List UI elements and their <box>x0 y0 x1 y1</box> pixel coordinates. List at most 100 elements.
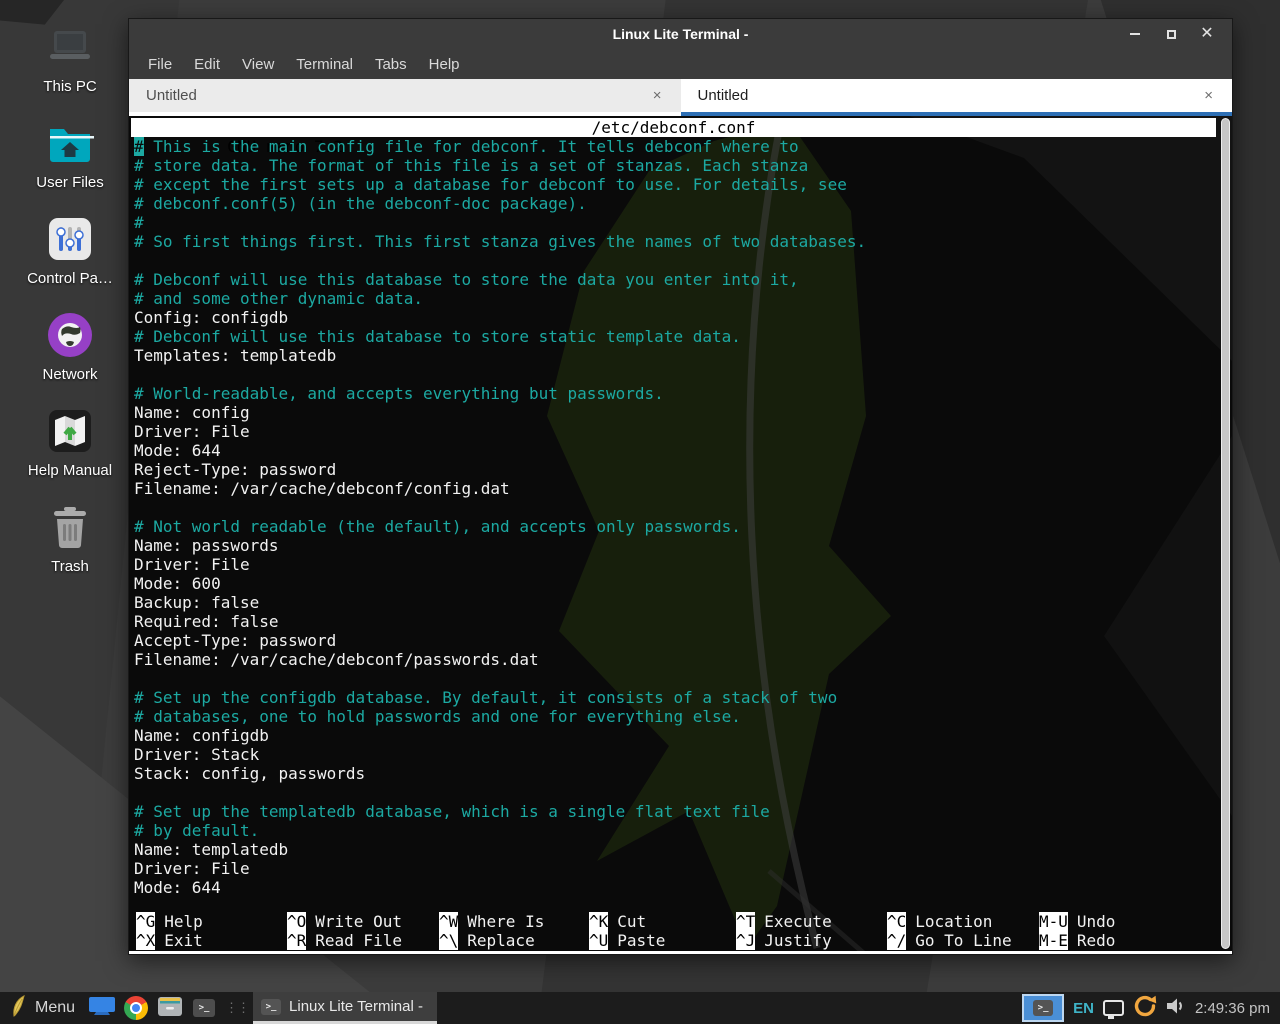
display-tray-icon[interactable] <box>1103 1000 1124 1016</box>
shortcut-label: Undo <box>1077 912 1116 931</box>
volume-icon[interactable] <box>1166 997 1186 1020</box>
editor-line: # Not world readable (the default), and … <box>134 517 1232 536</box>
desktop-icon-control-panel[interactable]: Control Pa… <box>14 214 126 287</box>
shortcut-key: M-U <box>1039 912 1068 931</box>
editor-line: Templates: templatedb <box>134 346 1232 365</box>
menu-item-file[interactable]: File <box>148 56 172 73</box>
tab-untitled-2[interactable]: Untitled × <box>681 79 1233 116</box>
shortcut-column: M-UUndoM-ERedo <box>1039 912 1218 950</box>
shortcut-label: Justify <box>764 931 831 950</box>
tab-close-icon[interactable]: × <box>1202 87 1215 104</box>
shortcut-label: Cut <box>617 912 646 931</box>
editor-line <box>134 498 1232 517</box>
shortcut-label: Write Out <box>315 912 402 931</box>
file-manager-button[interactable] <box>153 992 187 1024</box>
window-titlebar[interactable]: Linux Lite Terminal - ✕ <box>129 19 1232 49</box>
chrome-icon <box>124 996 148 1020</box>
shortcut-cut: ^KCut <box>589 912 736 931</box>
taskbar: Menu >_ ⋮⋮ >_ Linux Lite Terminal - <box>0 992 1280 1024</box>
shortcut-label: Where Is <box>467 912 544 931</box>
tab-close-icon[interactable]: × <box>651 87 664 104</box>
tab-label: Untitled <box>146 87 197 104</box>
editor-line: # databases, one to hold passwords and o… <box>134 707 1232 726</box>
shortcut-key: ^O <box>287 912 306 931</box>
shortcut-label: Execute <box>764 912 831 931</box>
menu-button-label: Menu <box>35 999 75 1017</box>
chrome-browser-button[interactable] <box>119 992 153 1024</box>
shortcut-replace: ^\Replace <box>439 931 589 950</box>
file-manager-icon <box>157 995 183 1022</box>
keyboard-layout-indicator[interactable]: EN <box>1073 1000 1094 1017</box>
editor-line: # by default. <box>134 821 1232 840</box>
desktop-icon-network[interactable]: Network <box>14 310 126 383</box>
shortcut-key: ^J <box>736 931 755 950</box>
menu-item-view[interactable]: View <box>242 56 274 73</box>
tab-untitled-1[interactable]: Untitled × <box>129 79 681 116</box>
menu-item-terminal[interactable]: Terminal <box>296 56 353 73</box>
desktop-icon-this-pc[interactable]: This PC <box>14 22 126 95</box>
menu-button[interactable]: Menu <box>0 992 85 1024</box>
editor-line <box>134 669 1232 688</box>
editor-line: Mode: 644 <box>134 441 1232 460</box>
menu-item-edit[interactable]: Edit <box>194 56 220 73</box>
shortcut-key: ^/ <box>887 931 906 950</box>
shortcut-label: Location <box>915 912 992 931</box>
menu-bar: File Edit View Terminal Tabs Help <box>129 49 1232 79</box>
editor-line <box>134 251 1232 270</box>
editor-line <box>134 783 1232 802</box>
close-button[interactable]: ✕ <box>1196 23 1218 45</box>
editor-line: Stack: config, passwords <box>134 764 1232 783</box>
text-cursor: # <box>134 137 144 156</box>
editor-lines[interactable]: # This is the main config file for debco… <box>129 137 1232 897</box>
shortcut-label: Exit <box>164 931 203 950</box>
tray-terminal-indicator[interactable]: >_ <box>1022 994 1064 1022</box>
panel-separator-handle[interactable]: ⋮⋮ <box>221 1000 253 1016</box>
shortcut-help: ^GHelp <box>136 912 287 931</box>
shortcut-bar: ^GHelp^XExit^O Write Out^RRead File^WWher… <box>129 912 1218 950</box>
shortcut-label: Paste <box>617 931 665 950</box>
shortcut-column: ^KCut^UPaste <box>589 912 736 950</box>
nano-file-path: /etc/debconf.conf <box>131 118 1216 137</box>
globe-icon <box>45 310 95 360</box>
desktop-icon-user-files[interactable]: User Files <box>14 118 126 191</box>
shortcut-where-is: ^WWhere Is <box>439 912 589 931</box>
desktop-icon-label: Network <box>42 366 97 383</box>
editor-line: # Debconf will use this database to stor… <box>134 327 1232 346</box>
clock[interactable]: 2:49:36 pm <box>1195 1000 1270 1017</box>
terminal-window: Linux Lite Terminal - ✕ File Edit View Term… <box>128 18 1233 955</box>
editor-line: Backup: false <box>134 593 1232 612</box>
editor-line: Driver: File <box>134 859 1232 878</box>
shortcut-key: ^\ <box>439 931 458 950</box>
scrollbar-thumb[interactable] <box>1221 118 1230 949</box>
editor-line: # debconf.conf(5) (in the debconf-doc pa… <box>134 194 1232 213</box>
shortcut-key: M-E <box>1039 931 1068 950</box>
shortcut-exit: ^XExit <box>136 931 287 950</box>
editor-line: Driver: Stack <box>134 745 1232 764</box>
taskbar-window-button[interactable]: >_ Linux Lite Terminal - <box>253 992 437 1024</box>
terminal-launcher-button[interactable]: >_ <box>187 992 221 1024</box>
desktop-icon-label: Trash <box>51 558 89 575</box>
trash-icon <box>45 502 95 552</box>
shortcut-label: Help <box>164 912 203 931</box>
desktop-icon-trash[interactable]: Trash <box>14 502 126 575</box>
desktop-icon-help-manual[interactable]: Help Manual <box>14 406 126 479</box>
shortcut-key: ^C <box>887 912 906 931</box>
menu-item-help[interactable]: Help <box>429 56 460 73</box>
desktop-icon-label: Control Pa… <box>27 270 113 287</box>
maximize-button[interactable] <box>1160 23 1182 45</box>
scrollbar[interactable] <box>1221 118 1230 949</box>
computer-icon <box>45 22 95 72</box>
update-notifier-icon[interactable] <box>1133 994 1157 1023</box>
editor-line: Driver: File <box>134 422 1232 441</box>
shortcut-label: Read File <box>315 931 402 950</box>
editor-line: # Set up the templatedb database, which … <box>134 802 1232 821</box>
show-desktop-button[interactable] <box>85 992 119 1024</box>
sliders-icon <box>45 214 95 264</box>
editor-line: Mode: 600 <box>134 574 1232 593</box>
linux-lite-feather-icon <box>8 994 28 1023</box>
terminal-viewport[interactable]: GNU nano 7.2 /etc/debconf.conf # This is… <box>129 116 1232 954</box>
menu-item-tabs[interactable]: Tabs <box>375 56 407 73</box>
shortcut-read-file: ^RRead File <box>287 931 439 950</box>
shortcut-key: ^T <box>736 912 755 931</box>
minimize-button[interactable] <box>1124 23 1146 45</box>
